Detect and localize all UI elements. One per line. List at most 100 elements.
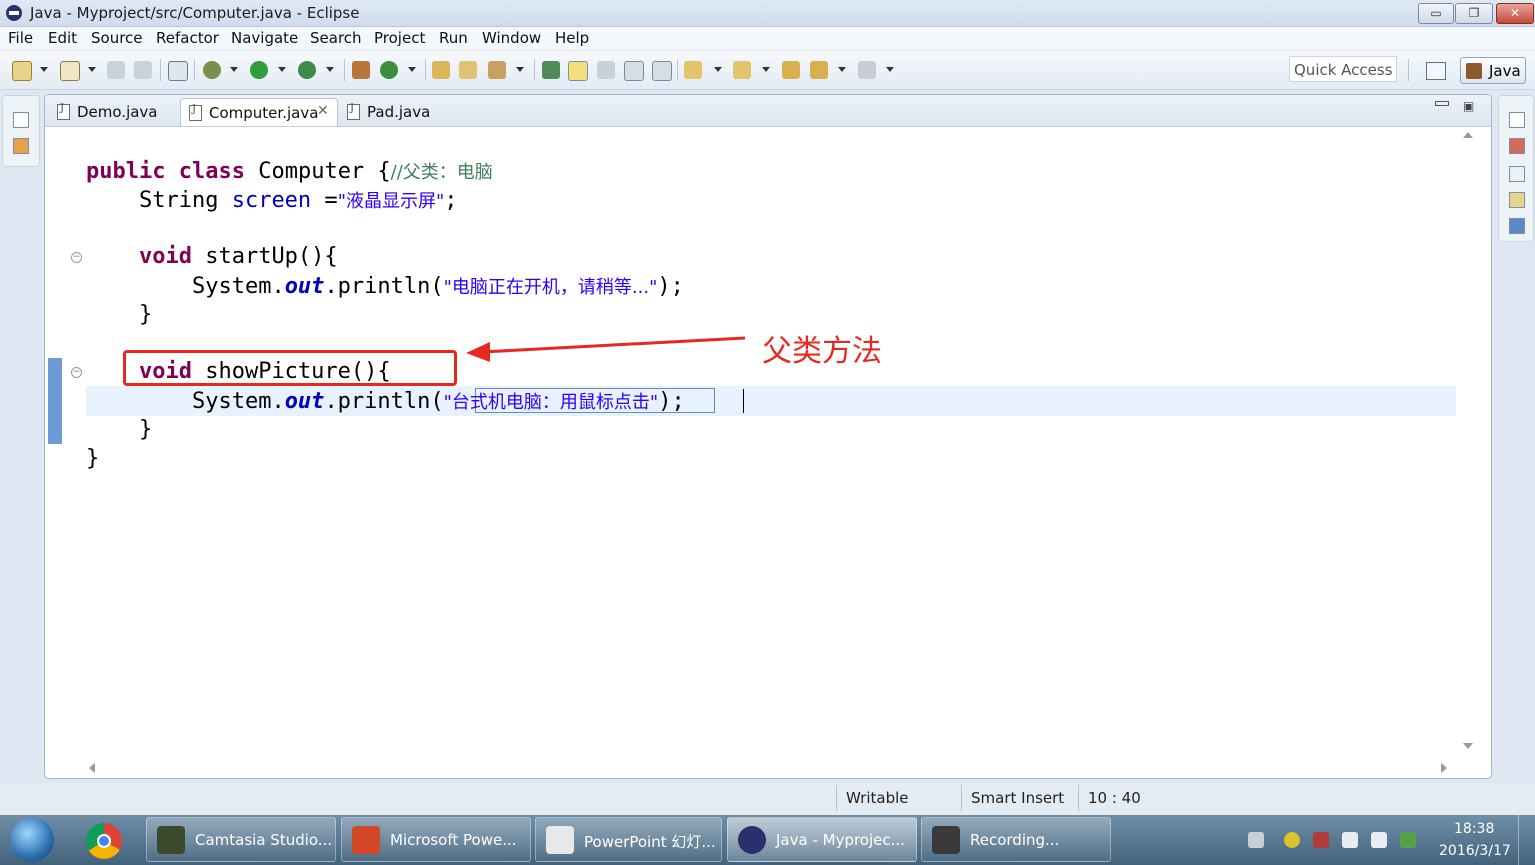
search-icon[interactable] xyxy=(488,61,506,79)
code-line-3: void startUp(){ xyxy=(138,244,338,269)
tab-pad-java[interactable]: Pad.java xyxy=(339,98,449,126)
skip-breakpoints-icon[interactable] xyxy=(168,61,188,81)
chevron-down-icon[interactable] xyxy=(886,67,894,72)
open-folder-icon[interactable] xyxy=(459,61,477,79)
menu-search[interactable]: Search xyxy=(310,29,362,47)
scroll-down-icon[interactable] xyxy=(1463,743,1473,749)
javadoc-icon[interactable] xyxy=(1509,166,1525,182)
close-button[interactable]: ✕ xyxy=(1496,3,1534,24)
chevron-down-icon[interactable] xyxy=(838,67,846,72)
java-perspective-button[interactable]: Java xyxy=(1460,57,1526,84)
highlight-icon[interactable] xyxy=(568,61,588,81)
code-line-5: } xyxy=(138,302,153,327)
chevron-down-icon[interactable] xyxy=(278,67,286,72)
clock-date[interactable]: 2016/3/17 xyxy=(1439,843,1511,859)
maximize-editor-icon[interactable]: ▣ xyxy=(1463,99,1474,113)
chevron-down-icon[interactable] xyxy=(408,67,416,72)
chevron-down-icon[interactable] xyxy=(40,67,48,72)
run-icon[interactable] xyxy=(250,61,268,79)
eclipse-icon xyxy=(738,826,766,854)
powerpoint-icon xyxy=(352,826,380,854)
menu-refactor[interactable]: Refactor xyxy=(156,29,219,47)
code-editor[interactable]: public class Computer {//父类：电脑 String sc… xyxy=(45,127,1456,763)
restore-icon[interactable] xyxy=(13,112,29,128)
run-external-icon[interactable] xyxy=(298,61,316,79)
java-file-icon xyxy=(189,104,202,121)
chevron-down-icon[interactable] xyxy=(762,67,770,72)
package-explorer-icon[interactable] xyxy=(13,138,29,154)
pilcrow-icon[interactable] xyxy=(652,61,672,81)
security-icon[interactable] xyxy=(1313,832,1329,848)
task-label: Recording... xyxy=(970,831,1060,849)
chrome-icon[interactable] xyxy=(86,823,122,859)
chevron-down-icon[interactable] xyxy=(326,67,334,72)
chevron-down-icon[interactable] xyxy=(516,67,524,72)
show-desktop-button[interactable] xyxy=(1518,815,1535,865)
fold-toggle-icon[interactable]: − xyxy=(71,252,82,263)
clock-time[interactable]: 18:38 xyxy=(1454,821,1494,837)
save-icon[interactable] xyxy=(107,61,125,79)
previous-annotation-icon[interactable] xyxy=(733,61,751,79)
menu-window[interactable]: Window xyxy=(482,29,541,47)
new-package-icon[interactable] xyxy=(60,61,80,81)
declaration-icon[interactable] xyxy=(1509,192,1525,208)
tab-computer-java[interactable]: Computer.java ✕ xyxy=(180,98,338,126)
menu-help[interactable]: Help xyxy=(555,29,589,47)
forward-arrow-icon[interactable] xyxy=(858,61,876,79)
vertical-scrollbar[interactable] xyxy=(1455,127,1485,757)
restore-icon[interactable] xyxy=(1509,112,1525,128)
task-recording[interactable]: Recording... xyxy=(921,817,1111,862)
new-icon[interactable] xyxy=(12,61,32,81)
status-cursor-position: 10 : 40 xyxy=(1088,789,1141,807)
menu-project[interactable]: Project xyxy=(374,29,425,47)
start-button[interactable] xyxy=(10,818,54,862)
debug-icon[interactable] xyxy=(203,61,221,79)
close-tab-icon[interactable]: ✕ xyxy=(317,103,329,119)
tab-demo-java[interactable]: Demo.java xyxy=(49,98,179,126)
volume-icon[interactable] xyxy=(1342,832,1358,848)
toggle-mark-occurrences-icon[interactable] xyxy=(542,61,560,79)
chevron-down-icon[interactable] xyxy=(714,67,722,72)
java-file-icon xyxy=(347,103,360,120)
minimize-editor-icon[interactable] xyxy=(1435,101,1449,106)
block-selection-icon[interactable] xyxy=(597,61,615,79)
task-powerpoint-slideshow[interactable]: PowerPoint 幻灯... xyxy=(535,817,722,862)
plus-icon[interactable] xyxy=(1284,832,1300,848)
keyboard-icon[interactable] xyxy=(1248,832,1264,848)
console-icon[interactable] xyxy=(1509,218,1525,234)
task-powerpoint[interactable]: Microsoft Powe... xyxy=(341,817,531,862)
maximize-button[interactable]: ❐ xyxy=(1455,3,1493,24)
action-center-icon[interactable] xyxy=(1400,832,1416,848)
scroll-up-icon[interactable] xyxy=(1463,132,1473,138)
outline-icon[interactable] xyxy=(1509,138,1525,154)
menu-edit[interactable]: Edit xyxy=(48,29,77,47)
task-eclipse[interactable]: Java - Myprojec... xyxy=(727,817,917,862)
quick-access-field[interactable]: Quick Access xyxy=(1289,56,1397,82)
task-camtasia[interactable]: Camtasia Studio... xyxy=(146,817,336,862)
minimize-button[interactable]: ▭ xyxy=(1418,3,1454,24)
next-annotation-icon[interactable] xyxy=(684,61,702,79)
toolbar-separator xyxy=(677,59,678,81)
tab-label: Pad.java xyxy=(367,103,431,121)
chevron-down-icon[interactable] xyxy=(230,67,238,72)
horizontal-scrollbar[interactable] xyxy=(85,760,1455,776)
open-type-icon[interactable] xyxy=(432,61,450,79)
menu-source[interactable]: Source xyxy=(91,29,143,47)
network-icon[interactable] xyxy=(1371,832,1387,848)
menu-navigate[interactable]: Navigate xyxy=(231,29,298,47)
new-class-icon[interactable] xyxy=(380,61,398,79)
fold-toggle-icon[interactable]: − xyxy=(71,367,82,378)
status-writable: Writable xyxy=(846,789,909,807)
scroll-left-icon[interactable] xyxy=(89,763,95,773)
open-perspective-icon[interactable] xyxy=(1426,62,1446,80)
new-java-project-icon[interactable] xyxy=(352,61,370,79)
scroll-right-icon[interactable] xyxy=(1441,763,1447,773)
window-title: Java - Myproject/src/Computer.java - Ecl… xyxy=(30,4,360,22)
menu-run[interactable]: Run xyxy=(439,29,468,47)
last-edit-location-icon[interactable] xyxy=(782,61,800,79)
back-arrow-icon[interactable] xyxy=(810,61,828,79)
save-all-icon[interactable] xyxy=(134,61,152,79)
menu-file[interactable]: File xyxy=(8,29,33,47)
chevron-down-icon[interactable] xyxy=(88,67,96,72)
show-whitespace-icon[interactable] xyxy=(624,61,644,81)
